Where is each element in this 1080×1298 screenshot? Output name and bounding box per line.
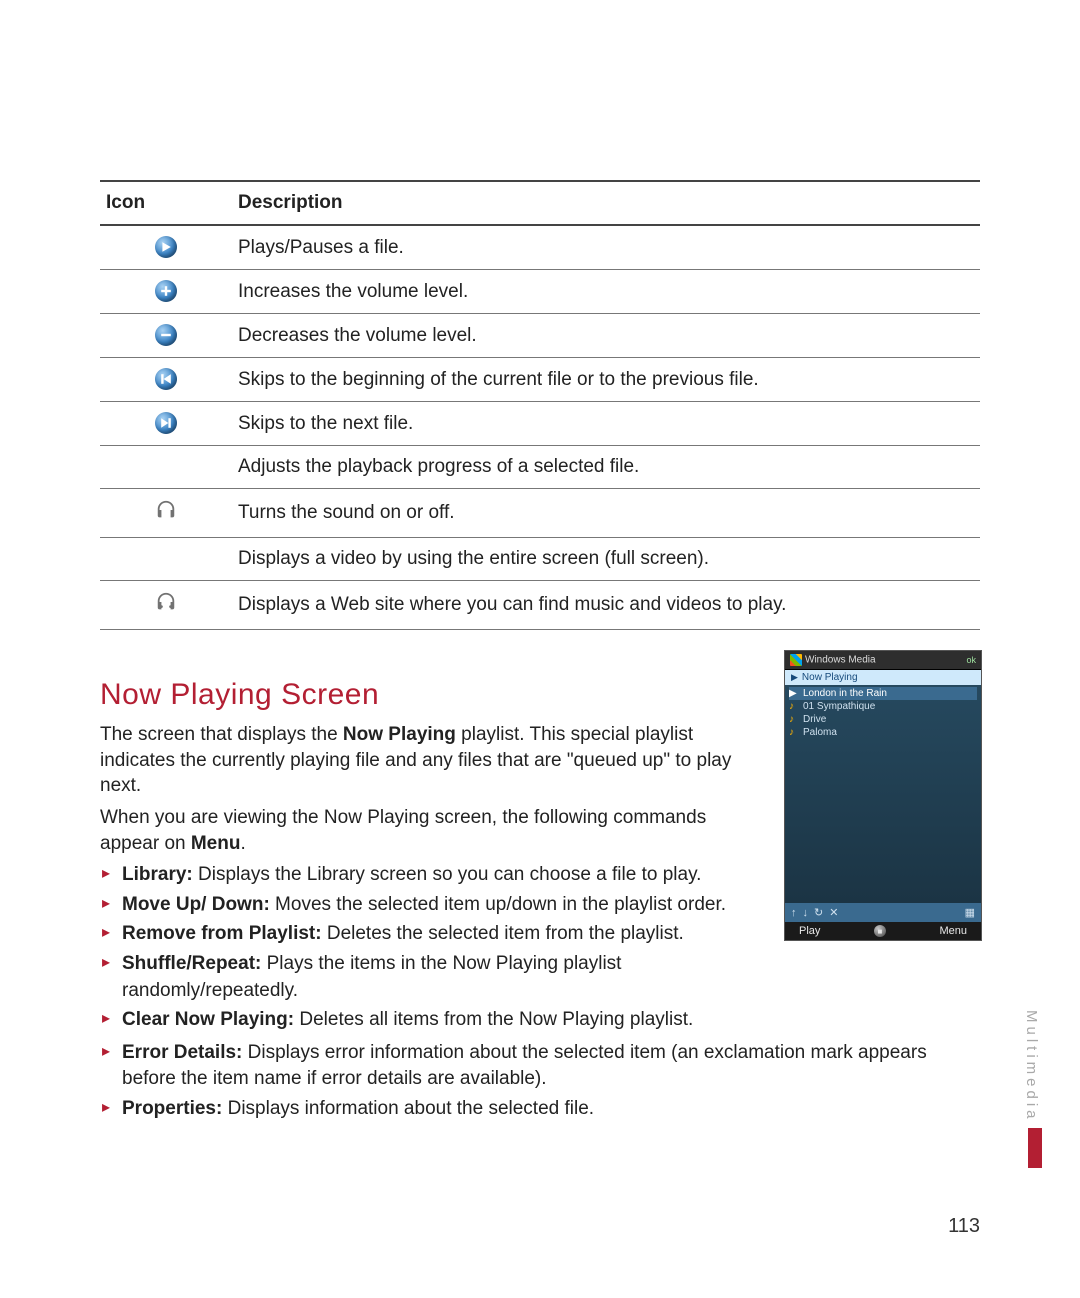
list-item: Properties: Displays information about t… bbox=[100, 1096, 980, 1123]
icon-description-table: Icon Description Plays/Pauses a file. In… bbox=[100, 180, 980, 630]
list-item: Remove from Playlist: Deletes the select… bbox=[100, 921, 740, 948]
description-cell: Skips to the next file. bbox=[232, 402, 980, 446]
play-pause-icon bbox=[155, 236, 177, 258]
screenshot-menubar: Play ■ Menu bbox=[785, 922, 981, 940]
delete-icon: ✕ bbox=[829, 906, 838, 919]
section-tab-label: Multimedia bbox=[1023, 1010, 1040, 1123]
music-note-icon: ♪ bbox=[789, 701, 794, 712]
table-row: Turns the sound on or off. bbox=[100, 489, 980, 538]
description-cell: Decreases the volume level. bbox=[232, 314, 980, 358]
list-item: Move Up/ Down: Moves the selected item u… bbox=[100, 892, 740, 919]
headphones-icon bbox=[155, 499, 177, 521]
softkey-menu: Menu bbox=[939, 925, 967, 937]
volume-up-icon bbox=[155, 280, 177, 302]
description-cell: Plays/Pauses a file. bbox=[232, 225, 980, 270]
now-playing-screenshot: Windows Media ok ▶ Now Playing ▶London i… bbox=[784, 650, 982, 941]
move-up-icon: ↑ bbox=[791, 907, 797, 919]
list-item: Shuffle/Repeat: Plays the items in the N… bbox=[100, 951, 740, 1004]
list-item: Library: Displays the Library screen so … bbox=[100, 862, 740, 889]
repeat-icon: ↻ bbox=[814, 906, 823, 919]
header-description: Description bbox=[232, 181, 980, 225]
music-note-icon: ♪ bbox=[789, 727, 794, 738]
playlist-item: ♪Drive bbox=[789, 713, 977, 726]
screenshot-titlebar: Windows Media ok bbox=[785, 651, 981, 670]
volume-down-icon bbox=[155, 324, 177, 346]
table-row: Displays a video by using the entire scr… bbox=[100, 538, 980, 581]
paragraph-2: When you are viewing the Now Playing scr… bbox=[100, 805, 740, 856]
section-tab-marker bbox=[1028, 1128, 1042, 1168]
table-row: Plays/Pauses a file. bbox=[100, 225, 980, 270]
skip-prev-icon bbox=[155, 368, 177, 390]
table-row: Skips to the beginning of the current fi… bbox=[100, 358, 980, 402]
body-text: The screen that displays the Now Playing… bbox=[100, 722, 740, 856]
table-row: Skips to the next file. bbox=[100, 402, 980, 446]
web-headphones-icon bbox=[155, 591, 177, 613]
table-row: Adjusts the playback progress of a selec… bbox=[100, 446, 980, 489]
page-number: 113 bbox=[948, 1215, 980, 1238]
screenshot-subheader: ▶ Now Playing bbox=[785, 670, 981, 685]
description-cell: Displays a Web site where you can find m… bbox=[232, 581, 980, 630]
playlist-item: ♪01 Sympathique bbox=[789, 700, 977, 713]
grid-icon: ▦ bbox=[965, 906, 975, 919]
windows-flag-icon bbox=[790, 654, 802, 666]
play-indicator-icon: ▶ bbox=[791, 672, 798, 683]
menu-command-list-cont: Error Details: Displays error informatio… bbox=[100, 1040, 980, 1123]
description-cell: Displays a video by using the entire scr… bbox=[232, 538, 980, 581]
playlist-item: ♪Paloma bbox=[789, 726, 977, 739]
stop-icon: ■ bbox=[874, 925, 886, 937]
move-down-icon: ↓ bbox=[803, 907, 809, 919]
music-note-icon: ♪ bbox=[789, 714, 794, 725]
table-row: Decreases the volume level. bbox=[100, 314, 980, 358]
playlist-item-current: ▶London in the Rain bbox=[789, 687, 977, 700]
status-ok: ok bbox=[966, 655, 976, 665]
paragraph-1: The screen that displays the Now Playing… bbox=[100, 722, 740, 799]
header-icon: Icon bbox=[100, 181, 232, 225]
description-cell: Turns the sound on or off. bbox=[232, 489, 980, 538]
list-item: Error Details: Displays error informatio… bbox=[100, 1040, 980, 1093]
description-cell: Adjusts the playback progress of a selec… bbox=[232, 446, 980, 489]
description-cell: Skips to the beginning of the current fi… bbox=[232, 358, 980, 402]
screenshot-controls: ↑ ↓ ↻ ✕ ▦ bbox=[785, 903, 981, 922]
description-cell: Increases the volume level. bbox=[232, 270, 980, 314]
list-item: Clear Now Playing: Deletes all items fro… bbox=[100, 1007, 740, 1034]
playlist-area: ▶London in the Rain ♪01 Sympathique ♪Dri… bbox=[785, 685, 981, 903]
current-track-icon: ▶ bbox=[789, 688, 797, 699]
skip-next-icon bbox=[155, 412, 177, 434]
softkey-play: Play bbox=[799, 925, 820, 937]
table-row: Increases the volume level. bbox=[100, 270, 980, 314]
table-row: Displays a Web site where you can find m… bbox=[100, 581, 980, 630]
